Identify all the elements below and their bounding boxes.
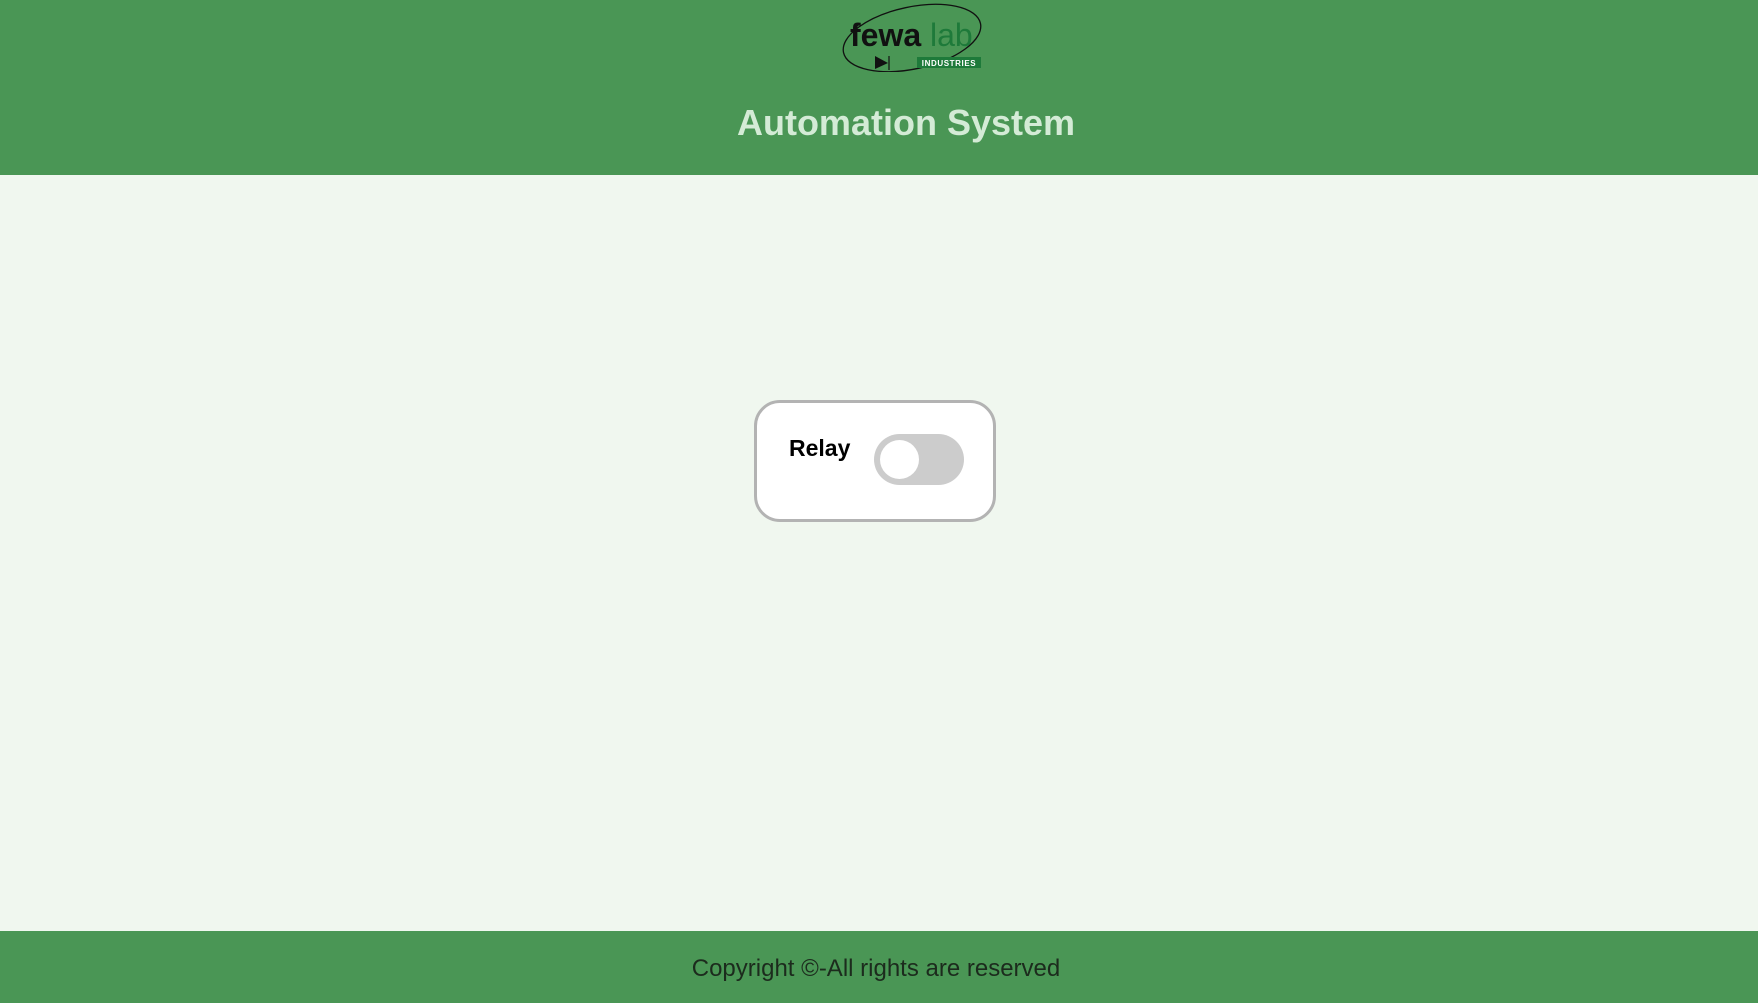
footer-bar: Copyright ©-All rights are reserved (0, 931, 1758, 1003)
page-title: Automation System (736, 102, 1076, 143)
copyright-text: Copyright ©-All rights are reserved (691, 955, 1061, 982)
relay-label: Relay (789, 435, 851, 461)
fewalab-logo: fewa lab INDUSTRIES (842, 3, 982, 72)
relay-card: Relay (754, 400, 996, 522)
logo-text-green: lab (930, 17, 973, 53)
logo-text-dark: fewa (850, 17, 921, 53)
logo-badge-text: INDUSTRIES (922, 59, 977, 68)
logo-arrow-icon (875, 56, 888, 69)
toggle-knob (880, 440, 919, 479)
header-bar: fewa lab INDUSTRIES Automation System (0, 0, 1758, 175)
relay-toggle-switch[interactable] (874, 434, 964, 485)
